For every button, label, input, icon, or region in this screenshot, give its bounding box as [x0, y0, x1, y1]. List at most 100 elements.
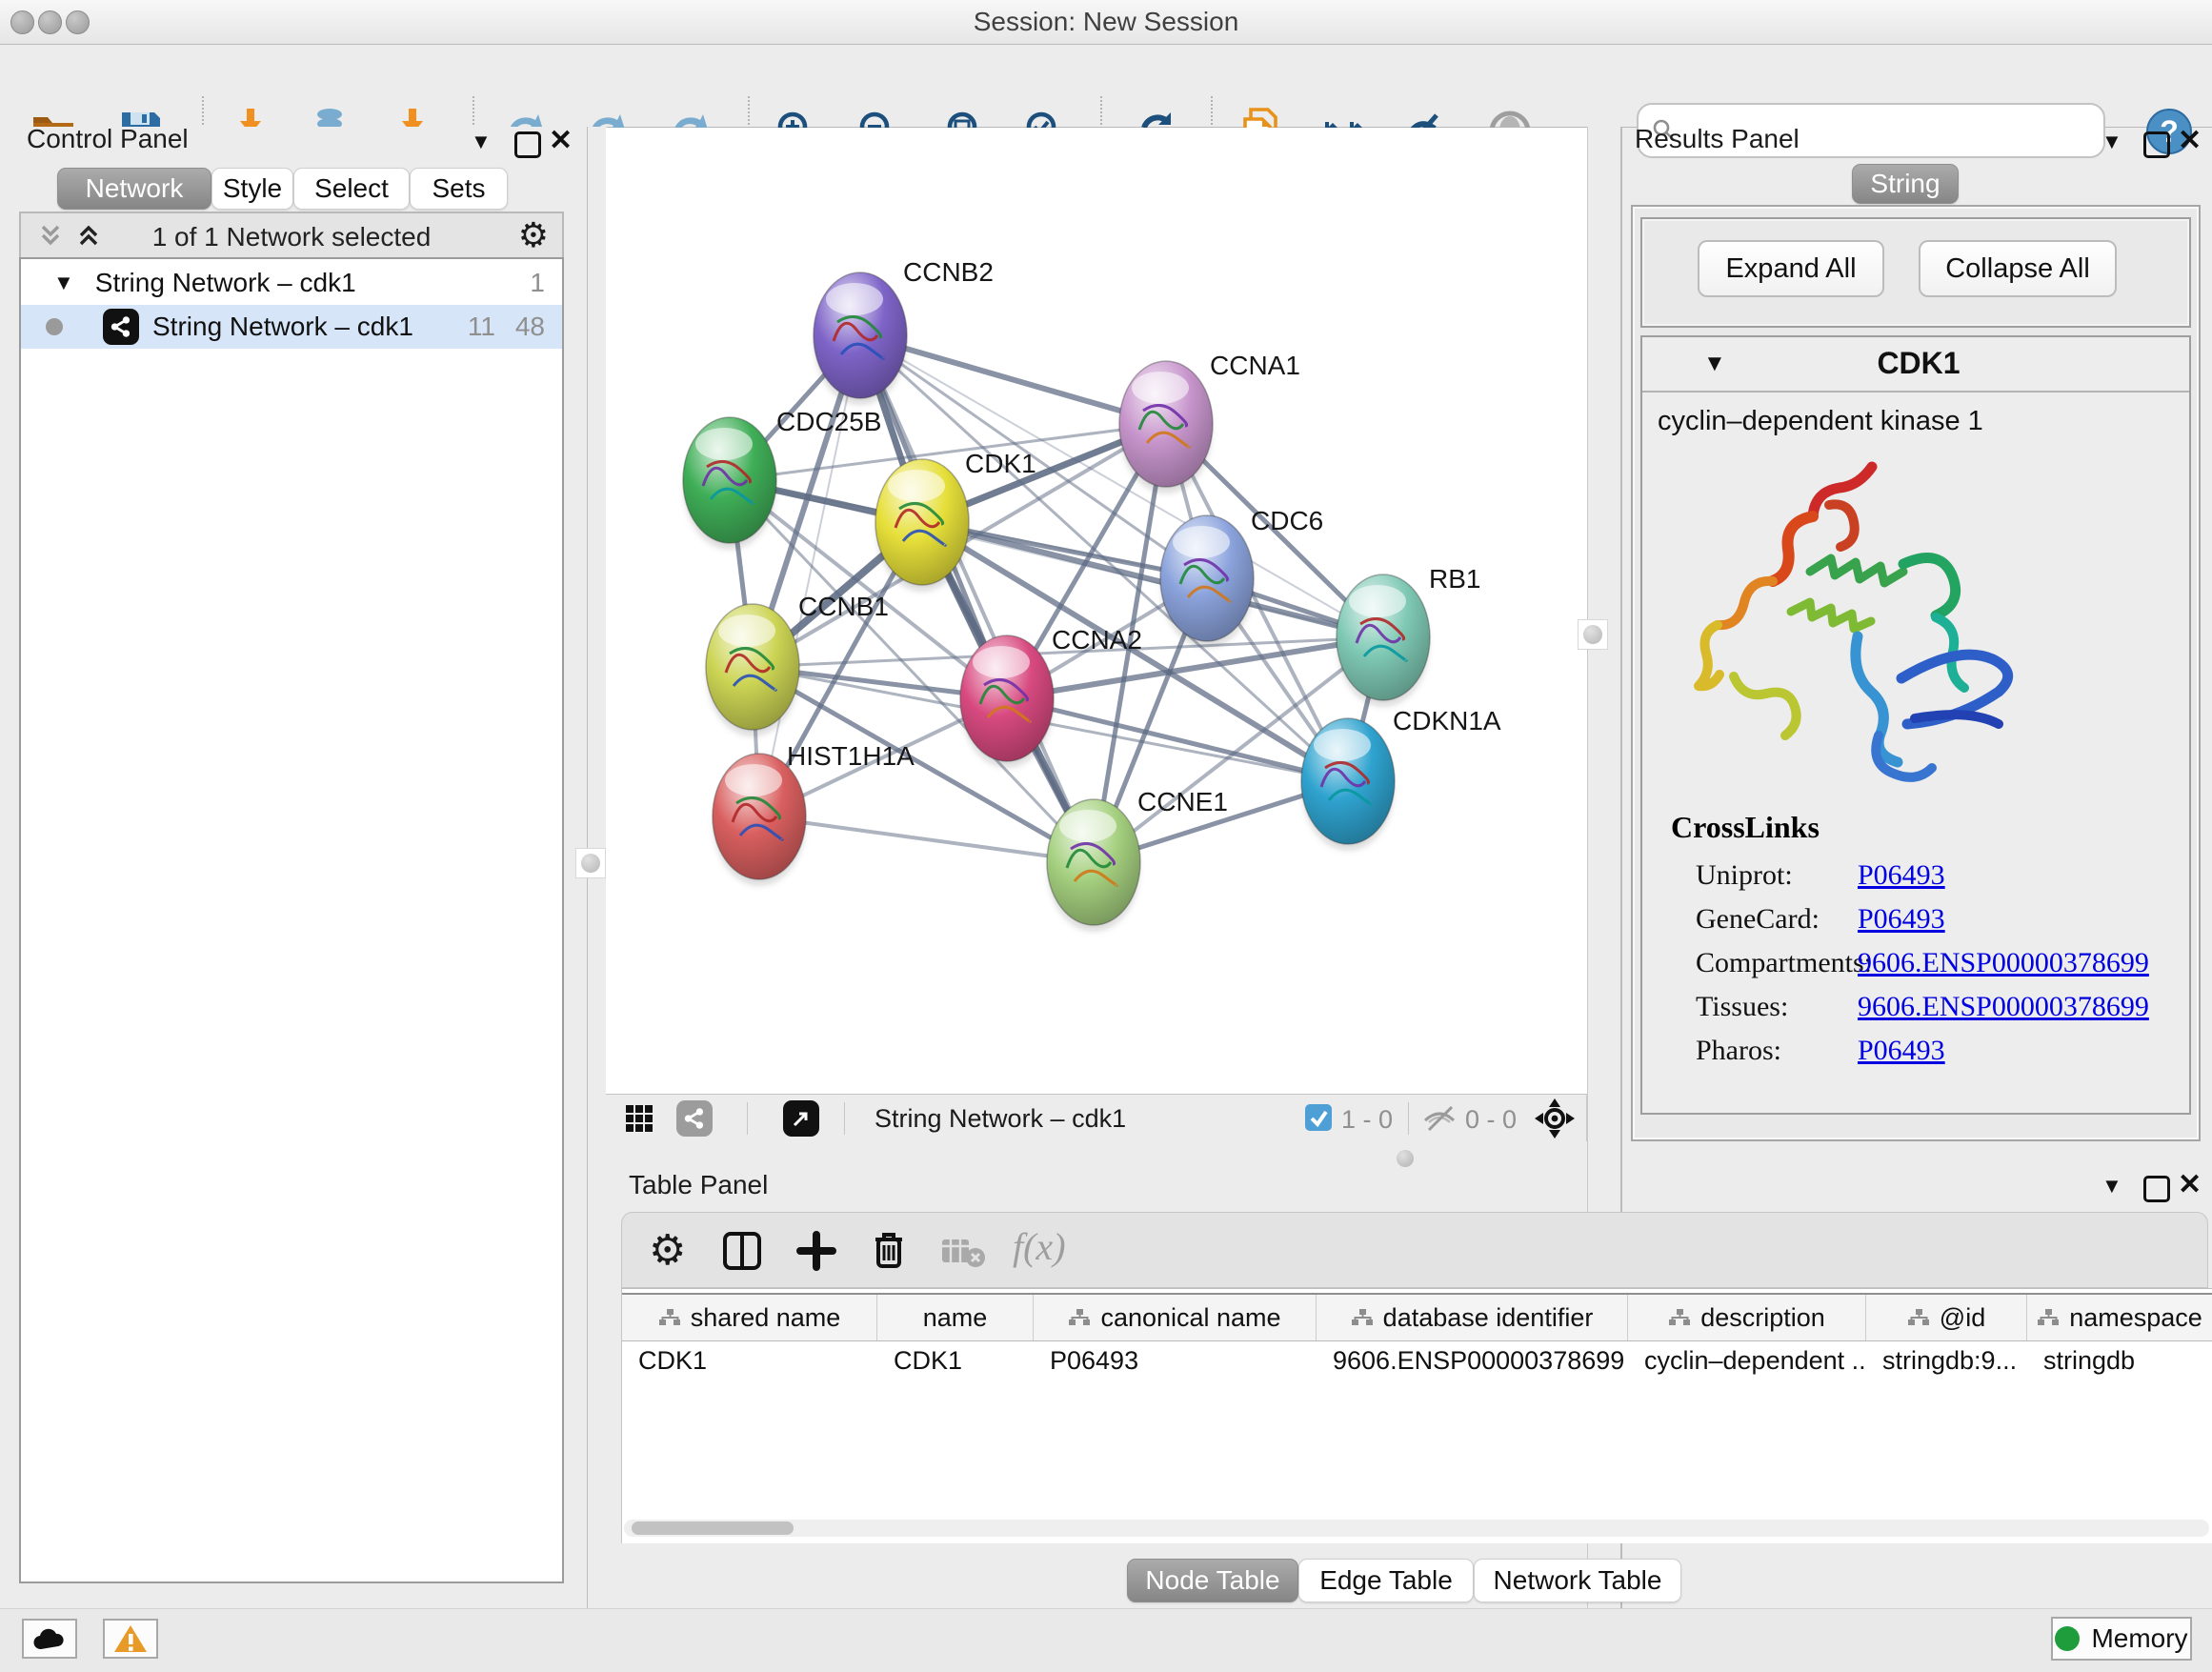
cloud-icon [32, 1626, 67, 1651]
collapse-all-button[interactable]: Collapse All [1919, 240, 2117, 297]
column-header-name[interactable]: name [877, 1295, 1034, 1340]
warning-icon [113, 1623, 148, 1654]
warnings-button[interactable] [103, 1619, 158, 1659]
horizontal-splitter-handle[interactable] [1397, 1150, 1414, 1167]
crosslink-label: Compartments: [1696, 947, 1872, 978]
table-cell[interactable]: CDK1 [622, 1339, 877, 1382]
network-node-ccnb2[interactable]: CCNB2 [814, 257, 994, 403]
birdseye-crosshair-icon[interactable] [1534, 1098, 1576, 1139]
hidden-eye-icon[interactable] [1421, 1103, 1458, 1134]
network-node-cdkn1a[interactable]: CDKN1A [1301, 706, 1501, 849]
tab-node-table[interactable]: Node Table [1127, 1559, 1298, 1602]
memory-status-dot-icon [2055, 1626, 2080, 1651]
column-type-icon [658, 1308, 681, 1327]
control-panel-close-icon[interactable]: ✕ [549, 124, 573, 157]
crosslink-value-link[interactable]: 9606.ENSP00000378699 [1858, 991, 2149, 1023]
network-canvas[interactable]: CCNB2CCNA1CDC25BCDK1CDC6RB1CCNB1CCNA2CDK… [606, 128, 1588, 1094]
memory-label: Memory [2091, 1623, 2187, 1654]
network-edge-count: 48 [515, 312, 545, 342]
crosslink-row: Uniprot:P06493 [1696, 859, 2172, 892]
memory-button[interactable]: Memory [2051, 1617, 2192, 1661]
svg-text:RB1: RB1 [1429, 564, 1480, 594]
table-panel-float-icon[interactable] [2143, 1176, 2170, 1202]
results-panel-close-icon[interactable]: ✕ [2178, 124, 2202, 157]
network-node-ccna1[interactable]: CCNA1 [1119, 351, 1300, 492]
network-node-count: 11 [468, 312, 495, 342]
network-node-rb1[interactable]: RB1 [1337, 564, 1480, 705]
clear-table-icon [940, 1236, 986, 1268]
column-header--id[interactable]: @id [1866, 1295, 2027, 1340]
network-node-hist1h1a[interactable]: HIST1H1A [713, 741, 915, 884]
right-splitter-handle[interactable] [1578, 619, 1608, 650]
network-list-options-gear-icon[interactable]: ⚙ [518, 215, 549, 255]
column-header-canonical-name[interactable]: canonical name [1034, 1295, 1317, 1340]
table-settings-gear-icon[interactable]: ⚙ [649, 1226, 686, 1275]
table-cell[interactable]: cyclin–dependent ... [1628, 1339, 1866, 1382]
column-type-icon [1668, 1308, 1691, 1327]
control-panel-collapse-icon[interactable]: ▼ [471, 130, 492, 154]
svg-text:CCNB1: CCNB1 [798, 592, 889, 621]
column-header-shared-name[interactable]: shared name [622, 1295, 877, 1340]
entry-header[interactable]: ▼ CDK1 [1642, 337, 2189, 393]
network-share-icon[interactable] [676, 1100, 713, 1137]
control-panel-float-icon[interactable] [514, 131, 541, 158]
table-cell[interactable]: CDK1 [877, 1339, 1034, 1382]
cloud-button[interactable] [22, 1619, 77, 1659]
table-cell[interactable]: stringdb [2027, 1339, 2212, 1382]
selected-checkbox-icon[interactable] [1305, 1104, 1332, 1131]
node-table: shared namenamecanonical namedatabase id… [621, 1288, 2212, 1543]
expand-all-button[interactable]: Expand All [1698, 240, 1884, 297]
crosslink-row: GeneCard:P06493 [1696, 903, 2172, 936]
crosslink-value-link[interactable]: P06493 [1858, 903, 1945, 936]
left-splitter-handle[interactable] [575, 848, 606, 878]
table-cell[interactable]: P06493 [1034, 1339, 1317, 1382]
open-in-window-icon[interactable] [783, 1100, 819, 1137]
tab-select[interactable]: Select [293, 168, 410, 210]
crosslink-value-link[interactable]: P06493 [1858, 1035, 1945, 1067]
network-edge[interactable] [759, 816, 1094, 862]
svg-text:CDC6: CDC6 [1251, 506, 1323, 535]
network-node-cdc6[interactable]: CDC6 [1160, 506, 1323, 646]
network-node-cdc25b[interactable]: CDC25B [683, 407, 881, 548]
scrollbar-thumb[interactable] [632, 1521, 794, 1535]
tab-sets[interactable]: Sets [410, 168, 508, 210]
tab-network-table[interactable]: Network Table [1474, 1559, 1681, 1602]
tab-edge-table[interactable]: Edge Table [1298, 1559, 1474, 1602]
tab-style[interactable]: Style [211, 168, 293, 210]
table-cell[interactable]: stringdb:9... [1866, 1339, 2027, 1382]
crosslink-label: Tissues: [1696, 991, 1788, 1022]
network-collection-row[interactable]: ▼ String Network – cdk1 1 [21, 261, 562, 305]
column-header-database-identifier[interactable]: database identifier [1317, 1295, 1628, 1340]
results-panel-collapse-icon[interactable]: ▼ [2101, 130, 2122, 154]
network-edge[interactable] [860, 335, 1094, 862]
tab-network[interactable]: Network [57, 168, 211, 210]
results-tab-string[interactable]: String [1852, 164, 1959, 204]
network-type-icon [103, 309, 139, 345]
column-header-namespace[interactable]: namespace [2027, 1295, 2212, 1340]
network-row[interactable]: String Network – cdk1 11 48 [21, 305, 562, 349]
network-node-ccne1[interactable]: CCNE1 [1047, 787, 1228, 930]
crosslink-value-link[interactable]: P06493 [1858, 859, 1945, 892]
column-type-icon [2037, 1308, 2060, 1327]
titlebar: Session: New Session [0, 0, 2212, 45]
network-graph[interactable]: CCNB2CCNA1CDC25BCDK1CDC6RB1CCNB1CCNA2CDK… [606, 128, 1587, 1094]
crosslink-value-link[interactable]: 9606.ENSP00000378699 [1858, 947, 2149, 979]
table-panel-collapse-icon[interactable]: ▼ [2101, 1174, 2122, 1199]
table-cell[interactable]: 9606.ENSP00000378699 [1317, 1339, 1628, 1382]
grid-view-icon[interactable] [624, 1103, 654, 1134]
add-column-plus-icon[interactable] [795, 1230, 837, 1272]
protein-structure-image [1677, 448, 2041, 802]
svg-text:CCNA2: CCNA2 [1052, 625, 1142, 655]
split-columns-icon[interactable] [721, 1230, 763, 1272]
results-panel-float-icon[interactable] [2143, 131, 2170, 158]
collection-expand-icon[interactable]: ▼ [53, 271, 74, 295]
column-header-description[interactable]: description [1628, 1295, 1866, 1340]
table-panel-title: Table Panel [629, 1170, 768, 1200]
table-panel-close-icon[interactable]: ✕ [2178, 1168, 2202, 1201]
table-horizontal-scrollbar[interactable] [624, 1520, 2209, 1537]
window-title: Session: New Session [0, 0, 2212, 44]
left-splitter[interactable] [588, 127, 607, 1141]
entry-expand-icon[interactable]: ▼ [1703, 351, 1726, 377]
collection-count: 1 [530, 268, 545, 298]
delete-trash-icon[interactable] [868, 1228, 910, 1272]
